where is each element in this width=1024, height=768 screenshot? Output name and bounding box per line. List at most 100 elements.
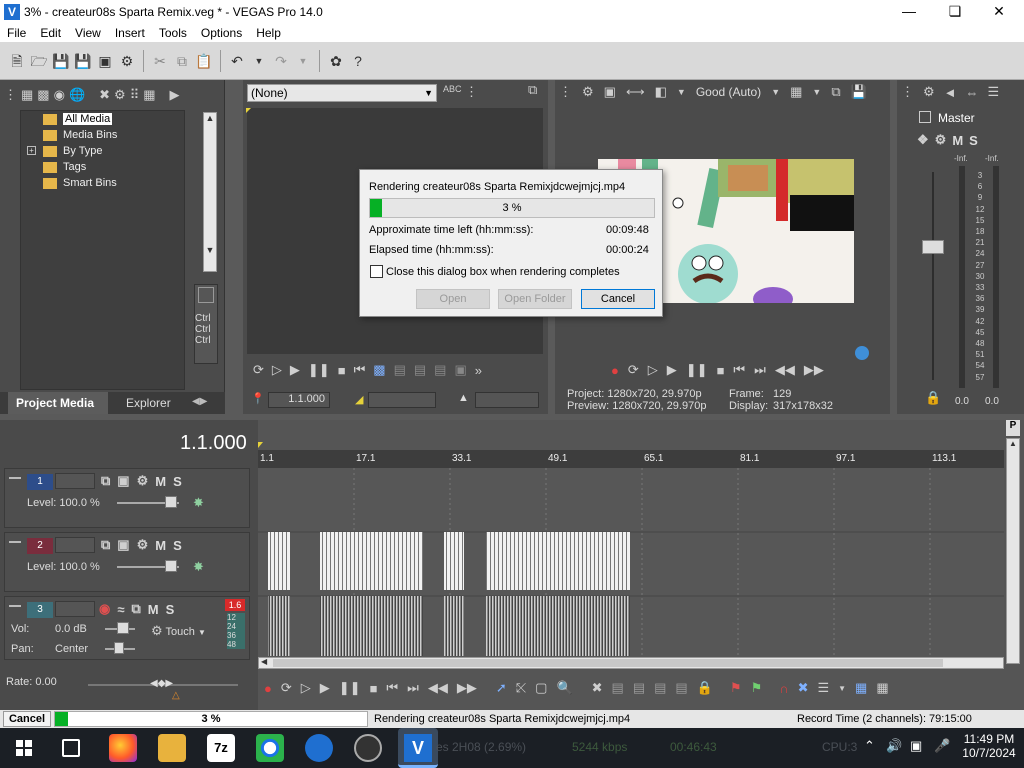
compositing-mode-icon[interactable]: ⧉ (101, 537, 110, 553)
master-solo-button[interactable]: S (969, 133, 978, 148)
overlays-dropdown-icon[interactable]: ▼ (812, 87, 821, 97)
external-monitor-icon[interactable]: ▣ (604, 84, 616, 100)
play-from-start-icon[interactable]: ▷ (301, 680, 311, 696)
scroll-up-icon[interactable]: ▲ (1007, 439, 1019, 448)
downmix-icon[interactable]: ⇔ (966, 85, 979, 100)
network-icon[interactable]: ▣ (910, 738, 922, 754)
track-motion-icon[interactable]: ▣ (117, 537, 129, 553)
expand-by-type-icon[interactable]: + (27, 146, 36, 155)
stop-icon[interactable]: ■ (338, 363, 346, 378)
menu-options[interactable]: Options (194, 24, 249, 42)
pause-icon[interactable]: ❚❚ (339, 680, 361, 696)
copy-snapshot-icon[interactable]: ⧉ (831, 84, 840, 100)
cut-icon[interactable]: ✂ (151, 52, 169, 70)
fill-icon[interactable]: ▣ (454, 362, 466, 378)
level-slider-handle[interactable] (165, 496, 177, 508)
undo-dropdown-icon[interactable]: ▼ (250, 52, 268, 70)
chevron-down-icon[interactable]: ▼ (677, 87, 686, 97)
mixer-speaker-icon[interactable]: ◄ (944, 85, 957, 100)
lock-icon[interactable]: 🔒 (925, 390, 941, 406)
trim-end-icon[interactable]: ▤ (654, 680, 666, 696)
properties-gear-icon[interactable]: ⚙ (118, 52, 136, 70)
split-screen-icon[interactable]: ⟷ (626, 84, 645, 100)
compositing-mode-icon[interactable]: ⧉ (101, 473, 110, 489)
master-fader-track[interactable] (932, 172, 934, 380)
track-header-3[interactable]: 3 ◉ ≈ ⧉ M S 1.6 12 24 36 48 Vol: 0.0 dB ⚙ T… (4, 596, 250, 660)
collapse-track-icon[interactable] (9, 605, 21, 607)
views-icon[interactable]: ▦ (143, 87, 155, 103)
track-1-mute-button[interactable]: M (155, 474, 166, 489)
play-icon[interactable]: ▶ (320, 680, 330, 696)
play-icon[interactable]: ▶ (667, 362, 677, 378)
stop-icon[interactable]: ■ (717, 363, 725, 378)
media-fx-icon[interactable]: ▦ (21, 87, 33, 103)
track-1-solo-button[interactable]: S (173, 474, 182, 489)
save-as-icon[interactable]: 💾 (74, 52, 92, 70)
vegas-taskbar-icon[interactable]: V (398, 728, 438, 768)
go-to-start-icon[interactable]: ⏮ (354, 362, 366, 378)
fx-chain-icon[interactable]: ❖ (917, 132, 929, 148)
auto-ripple-icon[interactable]: ☰ (817, 680, 829, 696)
audio-fx-icon[interactable]: ⧉ (131, 601, 140, 617)
overlays-grid-icon[interactable]: ▦ (790, 84, 802, 100)
quality-dropdown-icon[interactable]: ▼ (771, 87, 780, 97)
arm-record-icon[interactable]: ◉ (99, 601, 110, 617)
record-icon[interactable]: ● (264, 681, 272, 696)
fader-settings-icon[interactable]: ☰ (988, 84, 1000, 100)
whats-this-help-icon[interactable]: ? (349, 52, 367, 70)
ripple-dropdown-icon[interactable]: ▼ (838, 684, 846, 693)
new-file-icon[interactable]: 🗎 (8, 52, 26, 70)
plugin-manager-icon[interactable]: ✿ (327, 52, 345, 70)
touch-automation-select[interactable]: ⚙ Touch ▼ (151, 623, 206, 639)
volume-icon[interactable]: 🔊 (886, 738, 902, 754)
add-after-icon[interactable]: ▤ (414, 362, 426, 378)
selection-tool-icon[interactable]: ▢ (535, 680, 547, 696)
copy-icon[interactable]: ⧉ (173, 52, 191, 70)
previous-frame-icon[interactable]: ◀◀ (775, 362, 795, 378)
collapse-track-icon[interactable] (9, 541, 21, 543)
cancel-render-button[interactable]: Cancel (581, 289, 655, 309)
invert-phase-icon[interactable]: ≈ (117, 602, 124, 617)
track-name-field[interactable] (55, 601, 95, 617)
trim-start-icon[interactable]: ▤ (633, 680, 645, 696)
trimmer-grip-icon[interactable]: ⋮ (465, 84, 478, 100)
webex-taskbar-icon[interactable] (305, 734, 333, 762)
open-folder-icon[interactable]: 🗁 (30, 52, 48, 70)
loop-playback-icon[interactable]: ⟳ (628, 362, 639, 378)
recorder-taskbar-icon[interactable] (354, 734, 382, 762)
insert-region-icon[interactable]: ⚑ (751, 680, 763, 696)
microphone-icon[interactable]: 🎤 (934, 738, 950, 754)
import-media-icon[interactable]: ▩ (37, 87, 49, 103)
render-icon[interactable]: ▣ (96, 52, 114, 70)
taskbar-clock[interactable]: 11:49 PM 10/7/2024 (962, 732, 1016, 760)
redo-dropdown-icon[interactable]: ▼ (294, 52, 312, 70)
master-fader-handle[interactable] (922, 240, 944, 254)
track-name-field[interactable] (55, 473, 95, 489)
tab-scroll-arrows-icon[interactable]: ◀▶ (192, 396, 207, 407)
timeline-tracks-area[interactable] (258, 468, 1004, 664)
zoom-range-icon[interactable]: ▲ (458, 392, 469, 404)
next-frame-icon[interactable]: ▶▶ (457, 680, 477, 696)
status-cancel-button[interactable]: Cancel (3, 711, 51, 727)
scroll-down-icon[interactable]: ▼ (204, 245, 216, 255)
split-icon[interactable]: ▤ (675, 680, 687, 696)
spell-check-icon[interactable]: ABC (443, 84, 462, 94)
tab-project-media[interactable]: Project Media (8, 392, 108, 414)
timeline-vertical-scrollbar[interactable]: ▲ (1006, 438, 1020, 664)
composite-parent-icon[interactable]: ✸ (193, 559, 204, 575)
media-generators-icon[interactable]: ⠿ (130, 87, 140, 103)
delete-icon[interactable]: ✖ (592, 680, 603, 696)
lock-events-icon[interactable]: 🔒 (697, 680, 713, 696)
go-to-end-icon[interactable]: ⏭ (754, 362, 766, 378)
show-hidden-icons-chevron-icon[interactable]: ⌃ (864, 738, 875, 754)
video-fx-icon[interactable]: ◧ (655, 84, 667, 100)
tab-explorer[interactable]: Explorer (118, 392, 179, 414)
timeline-horizontal-scrollbar[interactable]: ◀ (258, 657, 1004, 669)
menu-insert[interactable]: Insert (108, 24, 152, 42)
trimmer-media-select[interactable]: (None) ▼ (247, 84, 437, 102)
snapping-magnet-icon[interactable]: ∩ (779, 681, 788, 696)
selection-start-icon[interactable]: ◢ (355, 393, 363, 406)
media-properties-icon[interactable]: ⚙ (114, 87, 126, 103)
track-header-1[interactable]: 1 ⧉ ▣ ⚙ M S Level: 100.0 % ✸ (4, 468, 250, 528)
pause-icon[interactable]: ❚❚ (308, 362, 330, 378)
